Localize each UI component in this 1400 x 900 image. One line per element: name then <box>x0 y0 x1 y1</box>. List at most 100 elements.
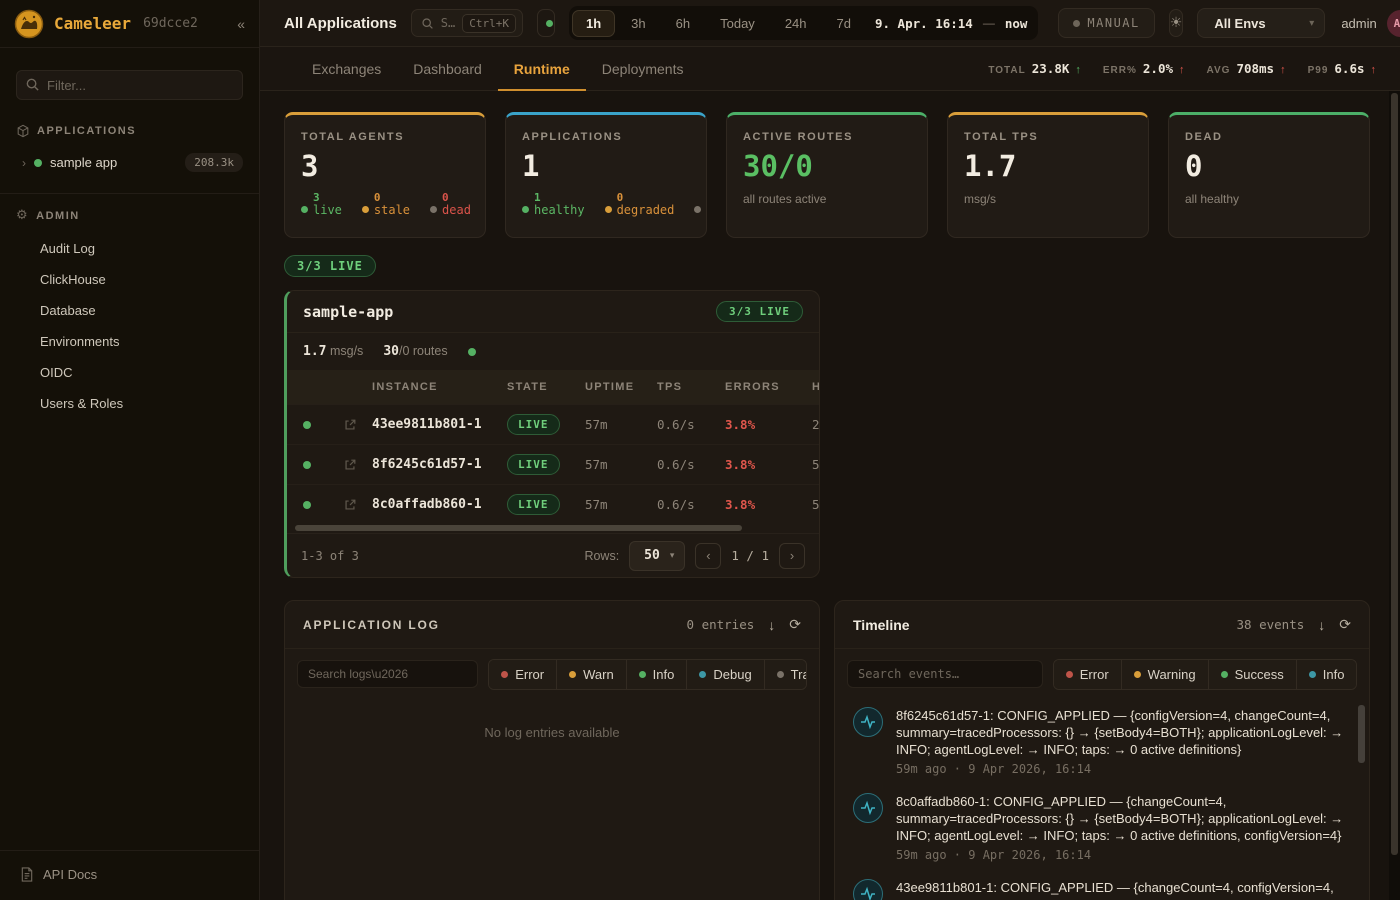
timeline-scrollbar-thumb[interactable] <box>1358 705 1365 763</box>
info-dot <box>639 671 646 678</box>
log-search-input[interactable] <box>297 660 478 688</box>
main-area: All Applications S… Ctrl+K O 1h 3h 6h To… <box>260 0 1400 900</box>
range-today[interactable]: Today <box>706 10 769 37</box>
range-7d[interactable]: 7d <box>823 10 865 37</box>
global-search[interactable]: S… Ctrl+K <box>411 9 523 37</box>
sidebar-filter-input[interactable] <box>16 70 243 100</box>
timeline-search-input[interactable] <box>847 660 1043 688</box>
manual-refresh-button[interactable]: MANUAL <box>1058 8 1154 38</box>
log-entry-count: 0 entries <box>687 617 755 632</box>
tab-dashboard[interactable]: Dashboard <box>397 47 498 90</box>
next-page-button[interactable]: › <box>779 543 805 569</box>
timeline-filters: Error Warning Success Info <box>1053 659 1357 690</box>
cube-icon <box>16 124 30 138</box>
kpi-total: TOTAL 23.8K ↑ <box>988 61 1081 76</box>
table-row[interactable]: 43ee9811b801-1 LIVE 57m 0.6/s 3.8% 2 <box>287 404 820 444</box>
filter-trace[interactable]: Trace <box>764 660 807 689</box>
table-footer: 1-3 of 3 Rows: 50 ▾ ‹ 1 / 1 › <box>287 533 819 577</box>
instance-status-dot <box>303 461 311 469</box>
critical-dot <box>694 206 701 213</box>
app-item-label: sample app <box>50 155 117 170</box>
timeline-event[interactable]: 8c0affadb860-1: CONFIG_APPLIED — {change… <box>853 793 1351 862</box>
tab-exchanges[interactable]: Exchanges <box>296 47 397 90</box>
filter-info[interactable]: Info <box>626 660 687 689</box>
time-range-group: 1h 3h 6h Today 24h 7d 9. Apr. 16:14 — no… <box>569 6 1038 40</box>
external-link-icon[interactable] <box>327 458 372 472</box>
refresh-icon[interactable]: ⟳ <box>789 617 801 633</box>
filter-error[interactable]: Error <box>489 660 556 689</box>
external-link-icon[interactable] <box>327 498 372 512</box>
theme-toggle-button[interactable]: ☀ <box>1169 9 1184 37</box>
rows-per-page-select[interactable]: 50 ▾ <box>629 541 685 571</box>
time-separator: — <box>983 16 995 30</box>
range-6h[interactable]: 6h <box>662 10 704 37</box>
prev-page-button[interactable]: ‹ <box>695 543 721 569</box>
sidebar-item-audit-log[interactable]: Audit Log <box>0 233 259 264</box>
sample-app-header: sample-app 3/3 LIVE <box>287 291 819 333</box>
up-arrow-icon: ↑ <box>1371 64 1377 76</box>
kpi-avg: AVG 708ms ↑ <box>1207 61 1286 76</box>
download-icon[interactable]: ↓ <box>768 617 775 633</box>
app-health-dot <box>468 348 476 356</box>
pulse-icon <box>853 793 883 823</box>
timeline-event[interactable]: 43ee9811b801-1: CONFIG_APPLIED — {change… <box>853 879 1351 900</box>
refresh-icon[interactable]: ⟳ <box>1339 617 1351 633</box>
filter-debug[interactable]: Debug <box>686 660 763 689</box>
log-level-filters: Error Warn Info Debug Trace <box>488 659 807 690</box>
manual-dot <box>1073 20 1080 27</box>
warn-dot <box>569 671 576 678</box>
table-horizontal-scrollbar <box>287 524 819 533</box>
sidebar-item-sample-app[interactable]: › sample app 208.3k <box>0 146 259 179</box>
avatar[interactable]: AD <box>1387 10 1400 37</box>
user-menu[interactable]: admin AD <box>1341 10 1400 37</box>
range-24h[interactable]: 24h <box>771 10 821 37</box>
sidebar-item-oidc[interactable]: OIDC <box>0 357 259 388</box>
time-to[interactable]: now <box>997 16 1036 31</box>
admin-section-header: ⚙ ADMIN <box>0 208 259 223</box>
row-range: 1-3 of 3 <box>301 549 359 563</box>
filter-success[interactable]: Success <box>1208 660 1296 689</box>
time-from[interactable]: 9. Apr. 16:14 <box>867 16 981 31</box>
search-icon <box>421 17 434 30</box>
app-root: Cameleer 69dcce2 « APPLICATIONS › sample… <box>0 0 1400 900</box>
sidebar-collapse-icon[interactable]: « <box>237 16 245 32</box>
chevron-right-icon[interactable]: › <box>22 156 26 170</box>
timeline-event[interactable]: 8f6245c61d57-1: CONFIG_APPLIED — {config… <box>853 707 1351 776</box>
app-live-pill: 3/3 LIVE <box>716 301 803 322</box>
range-3h[interactable]: 3h <box>617 10 659 37</box>
table-row[interactable]: 8c0affadb860-1 LIVE 57m 0.6/s 3.8% 5 <box>287 484 820 524</box>
sidebar-divider <box>0 193 259 194</box>
sidebar-item-database[interactable]: Database <box>0 295 259 326</box>
tabs-bar: Exchanges Dashboard Runtime Deployments … <box>260 47 1400 91</box>
brand-name: Cameleer <box>54 14 131 33</box>
scrollbar-thumb[interactable] <box>295 525 742 531</box>
filter-warn[interactable]: Warn <box>556 660 626 689</box>
table-row[interactable]: 8f6245c61d57-1 LIVE 57m 0.6/s 3.8% 5 <box>287 444 820 484</box>
tab-runtime[interactable]: Runtime <box>498 47 586 90</box>
filter-warning[interactable]: Warning <box>1121 660 1208 689</box>
tab-deployments[interactable]: Deployments <box>586 47 700 90</box>
sidebar-item-environments[interactable]: Environments <box>0 326 259 357</box>
filter-info[interactable]: Info <box>1296 660 1357 689</box>
filter-error[interactable]: Error <box>1054 660 1121 689</box>
cameleer-logo-icon <box>14 9 44 39</box>
sidebar-item-users-roles[interactable]: Users & Roles <box>0 388 259 419</box>
external-link-icon[interactable] <box>327 418 372 432</box>
online-dot <box>546 20 553 27</box>
sidebar-item-clickhouse[interactable]: ClickHouse <box>0 264 259 295</box>
download-icon[interactable]: ↓ <box>1318 617 1325 633</box>
scrollbar-thumb[interactable] <box>1391 93 1398 855</box>
instance-status-dot <box>303 501 311 509</box>
card-total-agents: TOTAL AGENTS 3 3live 0stale 0dead <box>284 112 486 238</box>
sun-icon: ☀ <box>1170 15 1183 31</box>
env-select[interactable]: All Envs ▾ <box>1197 8 1325 38</box>
range-1h[interactable]: 1h <box>572 10 615 37</box>
sidebar-api-docs[interactable]: API Docs <box>0 850 259 900</box>
healthy-dot <box>522 206 529 213</box>
admin-nav: Audit Log ClickHouse Database Environmen… <box>0 233 259 419</box>
content-area: TOTAL AGENTS 3 3live 0stale 0dead APPLIC… <box>260 92 1400 900</box>
card-dead: DEAD 0 all healthy <box>1168 112 1370 238</box>
event-timestamp: 59m ago · 9 Apr 2026, 16:14 <box>896 848 1356 862</box>
search-placeholder-text: S… <box>441 16 455 30</box>
debug-dot <box>699 671 706 678</box>
